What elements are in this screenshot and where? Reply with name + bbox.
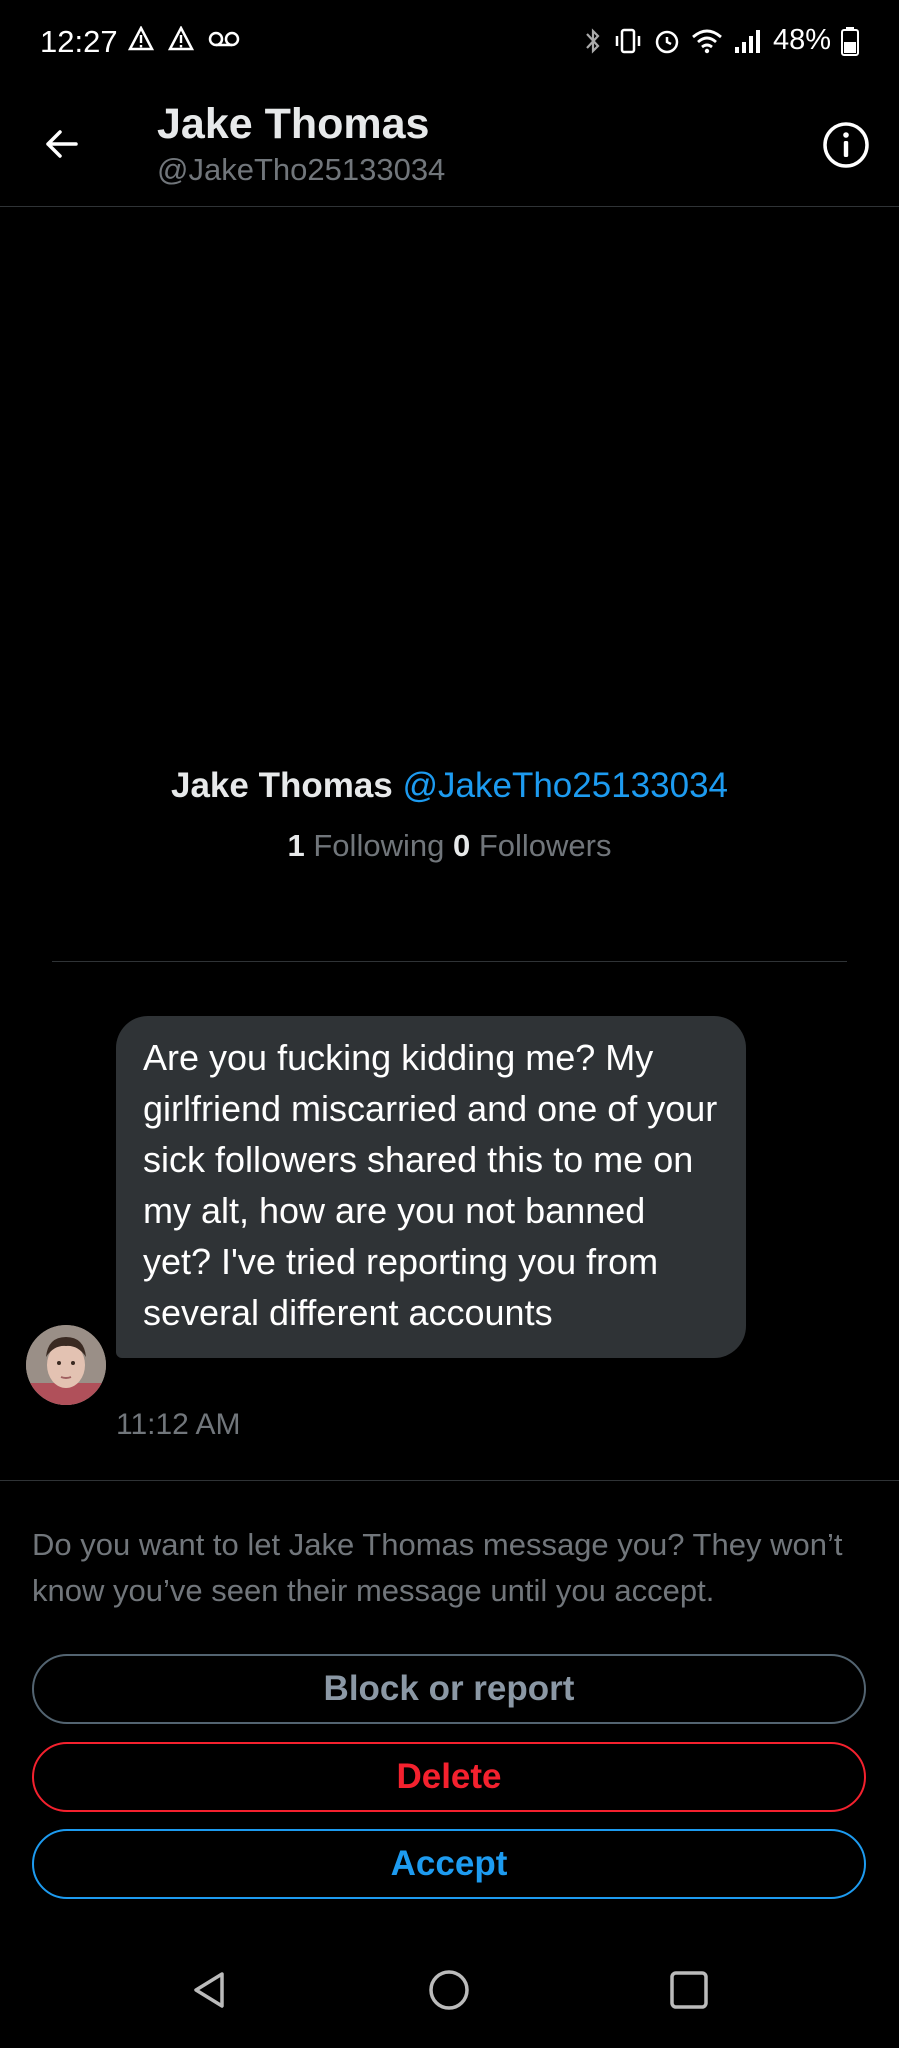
message-request-prompt: Do you want to let Jake Thomas message y… xyxy=(32,1527,843,1608)
arrow-left-icon xyxy=(46,130,78,158)
following-label: Following xyxy=(313,828,445,863)
delete-button[interactable]: Delete xyxy=(32,1742,866,1812)
profile-handle[interactable]: @JakeTho25133034 xyxy=(403,766,729,805)
battery-percent: 48% xyxy=(772,24,831,56)
signal-icon xyxy=(734,29,760,53)
profile-stats: 1 Following 0 Followers xyxy=(0,828,899,864)
profile-summary: Jake Thomas @JakeTho25133034 xyxy=(0,766,899,806)
alert-icon xyxy=(168,26,194,51)
alarm-icon xyxy=(655,30,679,53)
info-icon xyxy=(823,122,869,168)
nav-recents-button[interactable] xyxy=(667,1968,711,2012)
bluetooth-icon xyxy=(586,27,600,54)
back-button[interactable] xyxy=(36,118,88,170)
status-right-icons: 48% xyxy=(583,24,859,57)
nav-back-icon xyxy=(194,1972,224,2008)
message-bubble[interactable]: Are you fucking kidding me? My girlfrien… xyxy=(116,1016,746,1358)
alert-icon xyxy=(128,26,154,51)
divider xyxy=(52,961,847,962)
info-button[interactable] xyxy=(821,120,871,170)
divider xyxy=(0,1480,899,1481)
followers-count: 0 xyxy=(452,828,471,863)
wifi-icon xyxy=(692,29,722,53)
conversation-header: Jake Thomas @JakeTho25133034 xyxy=(0,88,899,207)
avatar[interactable] xyxy=(26,1325,106,1405)
nav-home-icon xyxy=(429,1970,469,2010)
status-left-icons xyxy=(128,26,240,52)
header-handle: @JakeTho25133034 xyxy=(157,152,446,187)
nav-back-button[interactable] xyxy=(188,1968,232,2012)
following-link[interactable]: 1 Following xyxy=(288,828,445,863)
vibrate-icon xyxy=(615,28,641,53)
followers-label: Followers xyxy=(478,828,612,863)
following-count: 1 xyxy=(287,828,305,863)
nav-home-button[interactable] xyxy=(427,1968,471,2012)
voicemail-icon xyxy=(208,31,240,47)
header-name: Jake Thomas xyxy=(157,100,430,148)
followers-link[interactable]: 0 Followers xyxy=(453,828,612,863)
avatar-image xyxy=(26,1325,106,1405)
message-timestamp: 11:12 AM xyxy=(116,1408,241,1441)
status-time: 12:27 xyxy=(40,24,118,59)
battery-icon xyxy=(841,26,859,56)
block-or-report-button[interactable]: Block or report xyxy=(32,1654,866,1724)
profile-name: Jake Thomas xyxy=(170,766,393,805)
nav-recents-icon xyxy=(670,1971,708,2009)
accept-button[interactable]: Accept xyxy=(32,1829,866,1899)
status-bar: 12:27 48% xyxy=(0,0,899,88)
